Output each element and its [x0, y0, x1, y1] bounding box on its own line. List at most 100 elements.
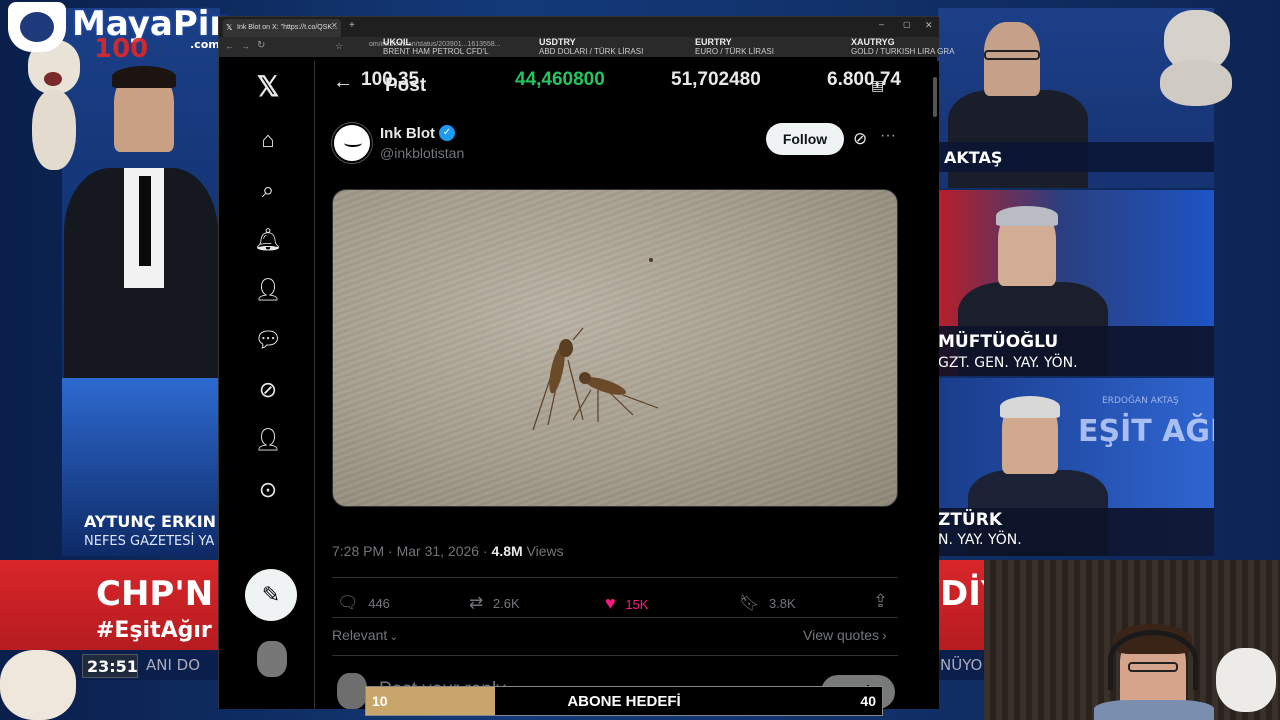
reply-action[interactable]: 🗨︎ 446: [337, 593, 390, 613]
follow-person-plus-icon[interactable]: 👤︎: [253, 275, 283, 305]
post-timestamp[interactable]: 7:28 PM · Mar 31, 2026 ·: [332, 543, 492, 559]
like-action[interactable]: ♥ 15K: [605, 593, 648, 614]
tv-left-name: AYTUNÇ ERKIN: [84, 512, 217, 531]
window-minimize-icon[interactable]: –: [879, 19, 884, 29]
divider-mid: [332, 617, 898, 618]
reply-icon: 🗨︎: [337, 593, 359, 612]
reader-icon[interactable]: ▤: [871, 77, 884, 94]
cat-left-mouth: [44, 72, 62, 86]
ticker-ukoil: UKOIL BRENT HAM PETROL CFD'L: [383, 37, 489, 61]
ticker-usdtry: USDTRY ABD DOLARI / TÜRK LİRASI: [539, 37, 643, 61]
anchor-left-hair: [112, 66, 176, 88]
notifications-bell-icon[interactable]: 🔔︎: [253, 225, 283, 255]
avatar-face-icon: [344, 139, 362, 147]
cat-sticker-left: [18, 40, 88, 170]
heart-filled-icon: ♥: [605, 593, 616, 613]
cat-br-head: [1216, 648, 1276, 712]
post-video[interactable]: [332, 189, 898, 507]
x-post-detail: ← Post 100,35 44,460800 51,702480 6.800,…: [315, 61, 939, 709]
forward-nav-icon[interactable]: →: [241, 41, 250, 51]
bookmark-star-icon[interactable]: ☆: [335, 41, 343, 52]
more-options-icon[interactable]: ···: [880, 127, 896, 145]
ticker-ukoil-desc: BRENT HAM PETROL CFD'L: [383, 47, 489, 56]
more-circle-icon[interactable]: ⊙: [253, 475, 283, 505]
x-logo-icon[interactable]: 𝕏: [253, 71, 283, 102]
repost-icon: ⇄: [469, 593, 484, 612]
tv-right-mid-title: GZT. GEN. YAY. YÖN.: [938, 355, 1078, 371]
price-xautryg: 6.800,74: [827, 69, 901, 90]
repost-count: 2.6K: [492, 596, 520, 611]
author-handle[interactable]: @inkblotistan: [380, 145, 464, 161]
mosquito-image: [532, 258, 659, 431]
divider-top: [332, 577, 898, 578]
views-label: Views: [522, 543, 564, 559]
author-avatar[interactable]: [332, 123, 372, 163]
tv-right-top-name: AKTAŞ: [944, 148, 1003, 167]
reply-avatar: [337, 673, 367, 709]
tv-clock: 23:51: [82, 654, 138, 678]
tv-ticker-tail-right: NÜYO: [940, 656, 983, 674]
chevron-down-icon: ⌄: [389, 631, 399, 643]
goal-title: ABONE HEDEFİ: [567, 693, 681, 710]
chevron-right-icon: ›: [882, 627, 887, 643]
messages-icon[interactable]: 💬︎: [253, 325, 283, 355]
ticker-eurtry-desc: EURO / TÜRK LİRASI: [695, 47, 774, 56]
browser-tab-bar: 𝕏 Ink Blot on X: "https://t.co/QSK... ✕ …: [219, 17, 939, 37]
price-eurtry: 51,702480: [671, 69, 761, 90]
view-quotes-link[interactable]: View quotes ›: [803, 627, 887, 643]
reply-count: 446: [368, 596, 390, 611]
search-icon[interactable]: ⌕: [253, 175, 283, 205]
tv-banner-headline: CHP'N: [96, 574, 214, 614]
reload-icon[interactable]: ↻: [257, 40, 265, 51]
wolf-icon: [20, 12, 54, 42]
sort-dropdown[interactable]: Relevant ⌄: [332, 627, 398, 643]
cat-sticker-top-right: [1140, 0, 1240, 120]
sort-label: Relevant: [332, 627, 388, 643]
compose-post-button[interactable]: ✎: [245, 569, 297, 621]
browser-window: 𝕏 Ink Blot on X: "https://t.co/QSK... ✕ …: [218, 16, 954, 709]
brand-suffix: .com: [190, 38, 220, 51]
ticker-eurtry: EURTRY EURO / TÜRK LİRASI: [695, 37, 774, 61]
repost-action[interactable]: ⇄ 2.6K: [469, 593, 520, 613]
window-maximize-icon[interactable]: ▢: [903, 20, 911, 29]
feather-icon: ✎: [261, 582, 281, 607]
price-ukoil: 100,35: [361, 69, 420, 90]
new-tab-icon[interactable]: +: [349, 20, 355, 31]
price-overlay: 100,35 44,460800 51,702480 6.800,74: [315, 69, 939, 99]
cat-bl-body: [0, 650, 76, 720]
grok-explain-icon[interactable]: ⊘: [853, 129, 867, 149]
tv-right-bottom-bg-label: ERDOĞAN AKTAŞ: [1102, 396, 1179, 406]
view-quotes-label: View quotes: [803, 627, 880, 643]
tv-ticker-tail: ANI DO: [146, 656, 201, 674]
scrollbar[interactable]: [933, 77, 937, 117]
tv-right-bottom-title: N. YAY. YÖN.: [938, 532, 1022, 548]
divider-bottom: [332, 655, 898, 656]
anchor-left-tie: [139, 176, 151, 266]
bookmark-action[interactable]: 🔖︎ 3.8K: [739, 593, 796, 613]
home-icon[interactable]: ⌂: [253, 125, 283, 155]
tv-banner-hashtag: #EşitAğır: [96, 618, 212, 643]
tab-close-icon[interactable]: ✕: [331, 21, 338, 30]
guest-mid-hair: [996, 206, 1058, 226]
verified-badge-icon: ✓: [439, 125, 455, 141]
tv-left-lower-panel: AYTUNÇ ERKIN NEFES GAZETESİ YA: [62, 378, 220, 556]
share-icon[interactable]: ⇪: [873, 591, 888, 612]
ticker-eurtry-code: EURTRY: [695, 37, 732, 47]
x-sidebar: 𝕏 ⌂ ⌕ 🔔︎ 👤︎ 💬︎ ⊘ 👤︎ ⊙ ✎: [219, 61, 315, 709]
browser-tab-title: Ink Blot on X: "https://t.co/QSK...: [237, 24, 338, 31]
follow-button[interactable]: Follow: [766, 123, 844, 155]
account-avatar[interactable]: [257, 641, 287, 677]
browser-tab[interactable]: 𝕏 Ink Blot on X: "https://t.co/QSK...: [223, 19, 341, 37]
grok-icon[interactable]: ⊘: [253, 375, 283, 405]
ticker-ukoil-code: UKOIL: [383, 37, 411, 47]
post-meta: 7:28 PM · Mar 31, 2026 · 4.8M Views: [332, 543, 564, 559]
profile-icon[interactable]: 👤︎: [253, 425, 283, 455]
brand-logo: MayaPin .com 100: [8, 2, 234, 64]
window-close-icon[interactable]: ✕: [925, 20, 933, 31]
author-name[interactable]: Ink Blot: [380, 125, 435, 142]
back-nav-icon[interactable]: ←: [225, 41, 234, 51]
brand-channel: 100: [94, 34, 149, 64]
cat-sticker-bottom-left: [0, 646, 80, 720]
tv-right-mid-name: MÜFTÜOĞLU: [938, 332, 1059, 352]
x-favicon-icon: 𝕏: [226, 23, 233, 32]
